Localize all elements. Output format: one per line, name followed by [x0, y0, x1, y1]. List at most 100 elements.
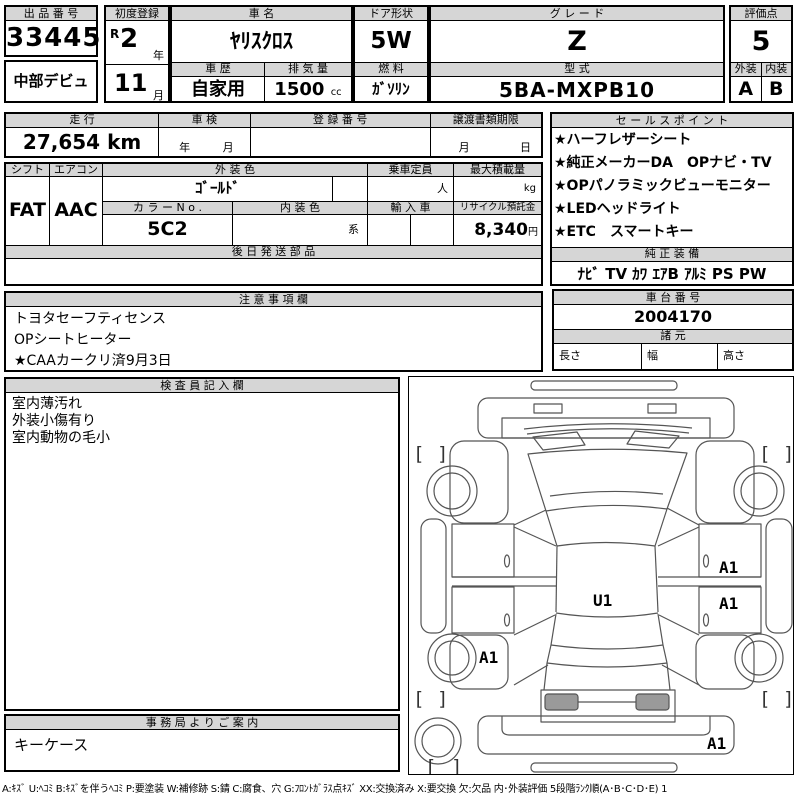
- wheel-rear-left-inner: [434, 640, 470, 676]
- damage-label-roof: U1: [593, 591, 612, 610]
- fuel-label: 燃 料: [355, 63, 427, 77]
- auction-number-label: 出 品 番 号: [6, 7, 96, 21]
- exterior-color-value: ｺﾞｰﾙﾄﾞ: [103, 177, 333, 202]
- era-value: R: [110, 27, 120, 41]
- venue-box: 中部デビュ: [4, 60, 98, 103]
- note-line: トヨタセーフティセンス: [14, 311, 167, 327]
- bracket-icon: ]: [437, 443, 448, 465]
- bracket-icon: [: [413, 443, 424, 465]
- payload-label: 最大積載量: [454, 164, 541, 177]
- rear-roof-arc: [546, 662, 668, 668]
- transfer-day-unit: 日: [519, 141, 531, 154]
- rear-window-side-left: [550, 613, 557, 646]
- taillight-right: [635, 693, 670, 711]
- notes-list: トヨタセーフティセンス OPシートヒーター ★CAAカークリ済9月3日: [6, 307, 541, 374]
- notes-title: 注 意 事 項 欄: [6, 293, 541, 307]
- quarter-rear-right: [695, 634, 755, 690]
- wheel-rear-right-inner: [741, 640, 777, 676]
- wheel-front-right-inner: [740, 472, 778, 510]
- year-value: 2: [120, 24, 139, 54]
- headlight-right: [647, 403, 677, 414]
- capacity-value-cell: 人: [368, 177, 454, 202]
- sales-points-list: ★ハーフレザーシート ★純正メーカーDA OPナビ・TV ★OPパノラミックビュ…: [552, 128, 792, 247]
- bracket-icon: ]: [451, 756, 462, 774]
- registration-number-label: 登 録 番 号: [250, 114, 431, 127]
- office-box: 事 務 局 よ り ご 案 内 キーケース: [4, 714, 400, 772]
- exterior-grade-label: 外装: [731, 63, 762, 76]
- floor-edge-right: [654, 508, 668, 547]
- color-no-label: カ ラ ー N o .: [103, 202, 233, 215]
- roof-side-right: [654, 545, 659, 613]
- sales-point: ★OPパノラミックビューモニター: [554, 178, 771, 194]
- bracket-icon: [: [759, 688, 770, 710]
- door-handle: [503, 554, 511, 568]
- recycle-deposit-label: リサイクル預託金: [454, 202, 541, 215]
- dimensions-title: 諸 元: [554, 330, 792, 344]
- exterior-color-label: 外 装 色: [103, 164, 368, 177]
- headlight-left: [533, 403, 563, 414]
- spec-table: シフト エアコン 外 装 色 乗車定員 最大積載量 FAT AAC ｺﾞｰﾙﾄﾞ…: [4, 162, 543, 286]
- door-handle: [503, 613, 511, 627]
- transfer-deadline-label: 譲渡書類期限: [430, 114, 541, 127]
- venue-value: 中部デビュ: [13, 72, 89, 90]
- color-no-value: 5C2: [103, 215, 233, 246]
- sales-points-title: セ ー ル ス ポ イ ン ト: [552, 114, 792, 128]
- a-pillar-left: [513, 509, 547, 526]
- roof-arc-rear: [555, 612, 659, 618]
- car-diagram-box: [ ] [ ] [ ] [ ] [ ] U1 A1 A1 A1 A1: [408, 376, 794, 778]
- rear-window-arc: [550, 644, 664, 650]
- inspector-line: 室内薄汚れ: [12, 396, 82, 412]
- recycle-deposit-value: 8,340: [474, 220, 528, 240]
- c-pillar-right: [658, 614, 700, 686]
- belt-line-left: [452, 576, 556, 587]
- door-handle: [702, 554, 710, 568]
- grade-value: Z: [431, 21, 723, 63]
- equipment-title: 純 正 装 備: [552, 247, 792, 262]
- inspector-line: 外装小傷有り: [12, 413, 96, 429]
- month-value: 11: [114, 69, 148, 97]
- recycle-deposit-value-cell: 8,340円: [454, 215, 541, 246]
- door-front-left: [451, 523, 515, 578]
- displacement-unit: cc: [330, 87, 342, 98]
- auction-number-box: 出 品 番 号 33445: [4, 5, 100, 57]
- auction-sheet: 出 品 番 号 33445 中部デビュ 初度登録 R 2 年 11 月 車 名 …: [0, 0, 800, 800]
- damage-label-rear-bumper: A1: [707, 734, 726, 753]
- damage-code-legend: A:ｷｽﾞ U:ﾍｺﾐ B:ｷｽﾞを伴うﾍｺﾐ P:要塗装 W:補修跡 S:錆 …: [2, 784, 668, 795]
- interior-grade-label: 内装: [761, 63, 791, 76]
- door-shape-value: 5W: [355, 21, 427, 63]
- first-registration-box: 初度登録 R 2 年 11 月: [104, 5, 170, 103]
- bracket-icon: ]: [783, 443, 793, 465]
- transfer-deadline-value-cell: 月 日: [431, 128, 541, 157]
- ac-value: AAC: [50, 177, 103, 246]
- sales-point: ★ハーフレザーシート: [554, 132, 692, 148]
- displacement-value: 1500: [274, 79, 325, 100]
- import-value-cell-2: [411, 215, 454, 246]
- bracket-icon: ]: [783, 688, 793, 710]
- spare-tire-inner: [421, 724, 455, 758]
- exterior-grade-value: A: [731, 77, 762, 103]
- transfer-month-unit: 月: [458, 141, 470, 154]
- sales-points-box: セ ー ル ス ポ イ ン ト ★ハーフレザーシート ★純正メーカーDA OPナ…: [550, 112, 794, 286]
- rear-bumper-strip: [530, 762, 678, 773]
- year-unit: 年: [153, 49, 164, 62]
- car-name-label: 車 名: [172, 7, 351, 21]
- later-parts-value-cell: [6, 259, 541, 284]
- front-bumper-strip: [530, 380, 678, 391]
- damage-label-left-quarter: A1: [479, 648, 498, 667]
- mileage-label: 走 行: [6, 114, 160, 127]
- sales-point: ★ETC スマートキー: [554, 224, 694, 240]
- equipment-value: ﾅﾋﾞ TV ｶﾜ ｴｱB ｱﾙﾐ PS PW: [577, 265, 767, 283]
- first-registration-label: 初度登録: [106, 7, 168, 21]
- notes-box: 注 意 事 項 欄 トヨタセーフティセンス OPシートヒーター ★CAAカークリ…: [4, 291, 543, 372]
- cowl-line: [526, 428, 690, 435]
- import-value-cell-1: [368, 215, 411, 246]
- shaken-year-unit: 年: [179, 141, 191, 154]
- door-rear-left: [451, 586, 515, 634]
- exterior-color-sub-cell: [333, 177, 368, 202]
- car-name-value: ﾔﾘｽｸﾛｽ: [172, 21, 351, 63]
- first-registration-year-cell: R 2 年: [106, 21, 168, 65]
- belt-line-right: [658, 576, 761, 587]
- payload-value-cell: kg: [454, 177, 541, 202]
- a-pillar-right: [666, 507, 700, 526]
- mileage-table: 走 行 車 検 登 録 番 号 譲渡書類期限 27,654 km 年 月 月 日: [4, 112, 543, 158]
